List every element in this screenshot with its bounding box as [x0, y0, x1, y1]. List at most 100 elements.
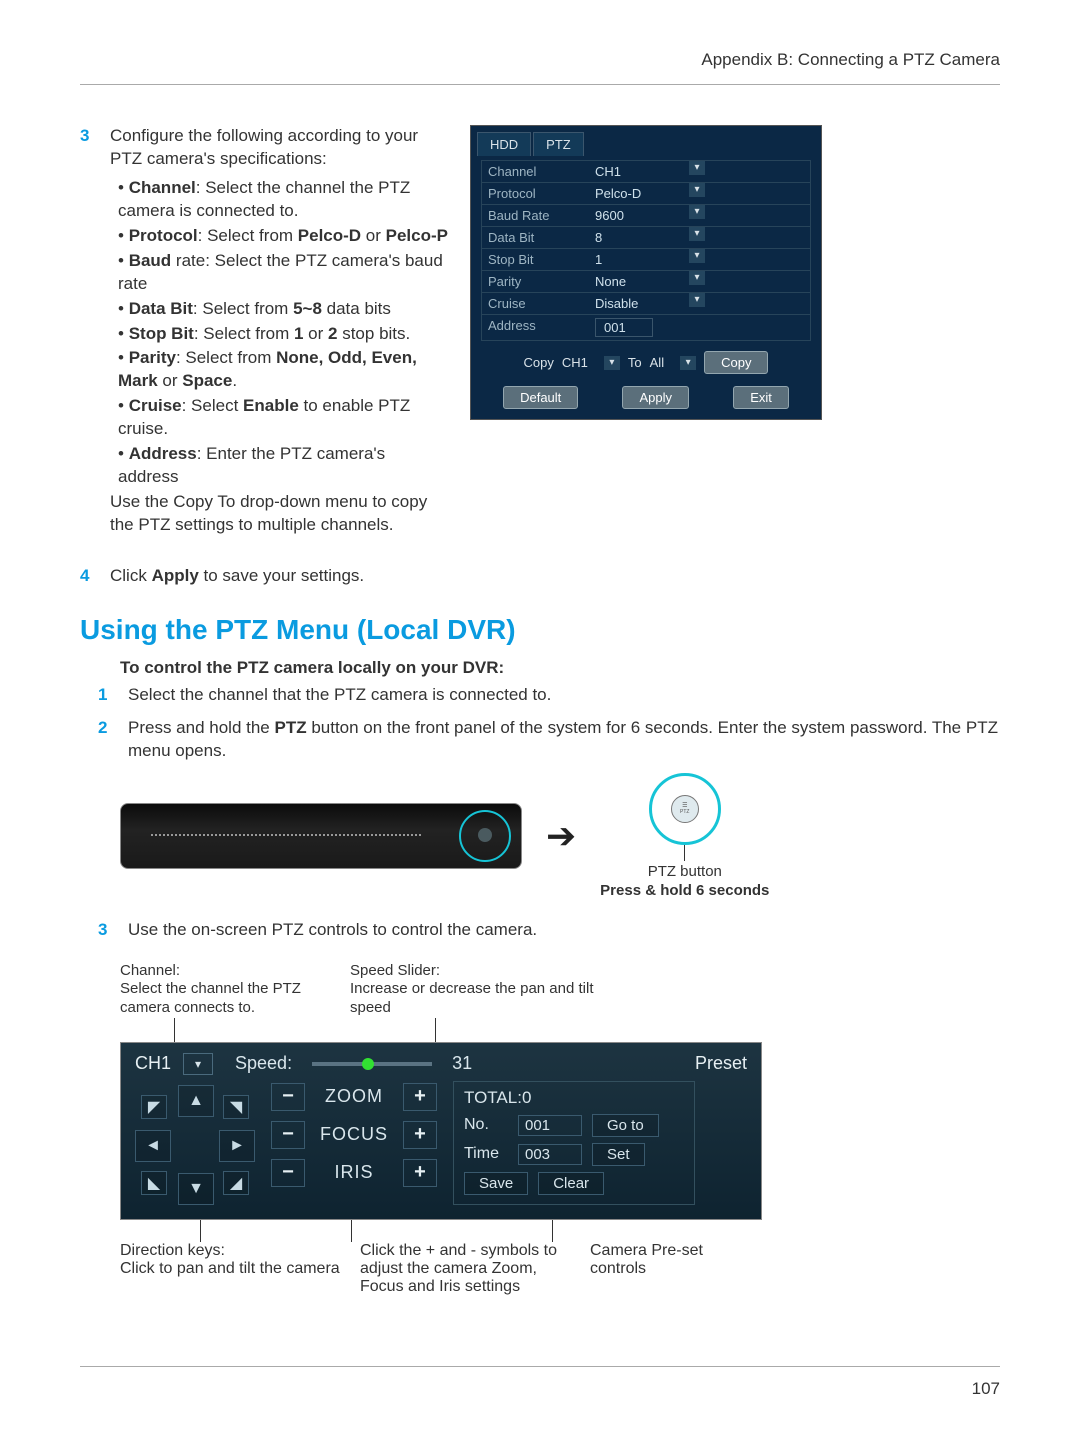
focus-label: FOCUS: [315, 1124, 393, 1145]
dpad-downleft-button[interactable]: ◣: [141, 1171, 167, 1195]
set-button[interactable]: Set: [592, 1143, 645, 1166]
apply-button[interactable]: Apply: [622, 386, 689, 409]
sub-heading: To control the PTZ camera locally on you…: [120, 658, 1000, 678]
dvr-front-panel-illustration: [120, 803, 522, 869]
step3-tail: Use the Copy To drop-down menu to copy t…: [110, 492, 427, 534]
row-parity-value[interactable]: None: [589, 271, 681, 292]
chevron-down-icon[interactable]: ▾: [689, 161, 705, 175]
bullet-cruise-bold: Cruise: [129, 396, 182, 415]
goto-button[interactable]: Go to: [592, 1114, 659, 1137]
callout-direction-keys: Direction keys: Click to pan and tilt th…: [120, 1242, 340, 1296]
preset-time-label: Time: [464, 1145, 508, 1163]
preset-no-value[interactable]: 001: [518, 1115, 582, 1136]
chevron-down-icon[interactable]: ▾: [689, 183, 705, 197]
step-number-3: 3: [80, 125, 98, 537]
tab-ptz[interactable]: PTZ: [533, 132, 584, 156]
bullet-enable: Enable: [243, 396, 299, 415]
chevron-down-icon[interactable]: ▾: [604, 356, 620, 370]
bullet-stopbit: : Select from: [194, 324, 294, 343]
chevron-down-icon[interactable]: ▾: [689, 249, 705, 263]
step-number-4: 4: [80, 565, 98, 588]
exit-button[interactable]: Exit: [733, 386, 789, 409]
copy-button[interactable]: Copy: [704, 351, 768, 374]
ptz-button-icon: ☰PTZ: [671, 795, 699, 823]
bullet-pelcod: Pelco-D: [298, 226, 361, 245]
zoom-plus-button[interactable]: +: [403, 1083, 437, 1111]
row-address-label: Address: [482, 315, 589, 340]
dpad-left-button[interactable]: ◄: [135, 1130, 171, 1162]
zoom-minus-button[interactable]: −: [271, 1083, 305, 1111]
bullet-stopbit-bold: Stop Bit: [129, 324, 194, 343]
copy-to-label: To: [628, 355, 642, 370]
row-stopbit-label: Stop Bit: [482, 249, 589, 270]
dpad-up-button[interactable]: ▲: [178, 1085, 214, 1117]
osd-channel-value: CH1: [135, 1053, 171, 1074]
focus-minus-button[interactable]: −: [271, 1121, 305, 1149]
dpad-upright-button[interactable]: ◥: [223, 1095, 249, 1119]
row-channel-value[interactable]: CH1: [589, 161, 681, 182]
preset-no-label: No.: [464, 1116, 508, 1134]
bullet-protocol: : Select from: [198, 226, 298, 245]
tab-hdd[interactable]: HDD: [477, 132, 531, 156]
bullet-parity: : Select from: [176, 348, 276, 367]
chevron-down-icon[interactable]: ▾: [680, 356, 696, 370]
bullet-cruise: : Select: [182, 396, 243, 415]
row-databit-label: Data Bit: [482, 227, 589, 248]
iris-plus-button[interactable]: +: [403, 1159, 437, 1187]
substep-1: Select the channel that the PTZ camera i…: [128, 684, 1000, 707]
row-cruise-value[interactable]: Disable: [589, 293, 681, 314]
row-stopbit-value[interactable]: 1: [589, 249, 681, 270]
osd-direction-pad: ▲ ▼ ◄ ► ◤ ◥ ◣ ◢: [135, 1085, 255, 1205]
dpad-down-button[interactable]: ▼: [178, 1173, 214, 1205]
bullet-databit: : Select from: [193, 299, 293, 318]
copy-from-value[interactable]: CH1: [562, 355, 588, 370]
row-parity-label: Parity: [482, 271, 589, 292]
dpad-downright-button[interactable]: ◢: [223, 1171, 249, 1195]
bullet-or2: or: [303, 324, 328, 343]
step3-bullet-list: Channel: Select the channel the PTZ came…: [118, 177, 450, 489]
iris-minus-button[interactable]: −: [271, 1159, 305, 1187]
preset-total: TOTAL:0: [464, 1088, 684, 1108]
dpad-upleft-button[interactable]: ◤: [141, 1095, 167, 1119]
zoom-label: ZOOM: [315, 1086, 393, 1107]
bullet-protocol-bold: Protocol: [129, 226, 198, 245]
row-protocol-label: Protocol: [482, 183, 589, 204]
copy-label: Copy: [524, 355, 554, 370]
bullet-58: 5~8: [293, 299, 322, 318]
bullet-baud-bold: Baud: [129, 251, 172, 270]
page-header: Appendix B: Connecting a PTZ Camera: [80, 50, 1000, 85]
chevron-down-icon[interactable]: ▾: [689, 205, 705, 219]
row-address-value[interactable]: 001: [589, 315, 681, 340]
preset-panel: TOTAL:0 No. 001 Go to Time 003 Set Save …: [453, 1081, 695, 1205]
step3-intro: Configure the following according to you…: [110, 126, 418, 168]
ptz-button-detail: ☰PTZ: [649, 773, 721, 845]
chevron-down-icon[interactable]: ▾: [689, 227, 705, 241]
step4-a: Click: [110, 566, 152, 585]
save-button[interactable]: Save: [464, 1172, 528, 1195]
default-button[interactable]: Default: [503, 386, 578, 409]
bullet-or3: or: [158, 371, 183, 390]
copy-to-value[interactable]: All: [650, 355, 664, 370]
chevron-down-icon[interactable]: ▾: [689, 271, 705, 285]
callout-zoom-focus-iris: Click the + and - symbols to adjust the …: [360, 1242, 570, 1296]
preset-time-value[interactable]: 003: [518, 1144, 582, 1165]
dpad-right-button[interactable]: ►: [219, 1130, 255, 1162]
substep-2-num: 2: [98, 717, 116, 763]
row-baud-value[interactable]: 9600: [589, 205, 681, 226]
step4-c: to save your settings.: [199, 566, 364, 585]
row-cruise-label: Cruise: [482, 293, 589, 314]
row-protocol-value[interactable]: Pelco-D: [589, 183, 681, 204]
step4-b: Apply: [152, 566, 199, 585]
clear-button[interactable]: Clear: [538, 1172, 604, 1195]
osd-speed-slider[interactable]: [312, 1062, 432, 1066]
osd-channel-dropdown[interactable]: ▾: [183, 1053, 213, 1075]
osd-speed-label: Speed:: [235, 1053, 292, 1074]
chevron-down-icon[interactable]: ▾: [689, 293, 705, 307]
settings-table: ChannelCH1▾ ProtocolPelco-D▾ Baud Rate96…: [481, 160, 811, 341]
s2-b: PTZ: [274, 718, 306, 737]
ptz-settings-screenshot: HDDPTZ ChannelCH1▾ ProtocolPelco-D▾ Baud…: [470, 125, 822, 420]
callout-channel: Channel: Select the channel the PTZ came…: [120, 962, 350, 1018]
row-databit-value[interactable]: 8: [589, 227, 681, 248]
focus-plus-button[interactable]: +: [403, 1121, 437, 1149]
iris-label: IRIS: [315, 1162, 393, 1183]
